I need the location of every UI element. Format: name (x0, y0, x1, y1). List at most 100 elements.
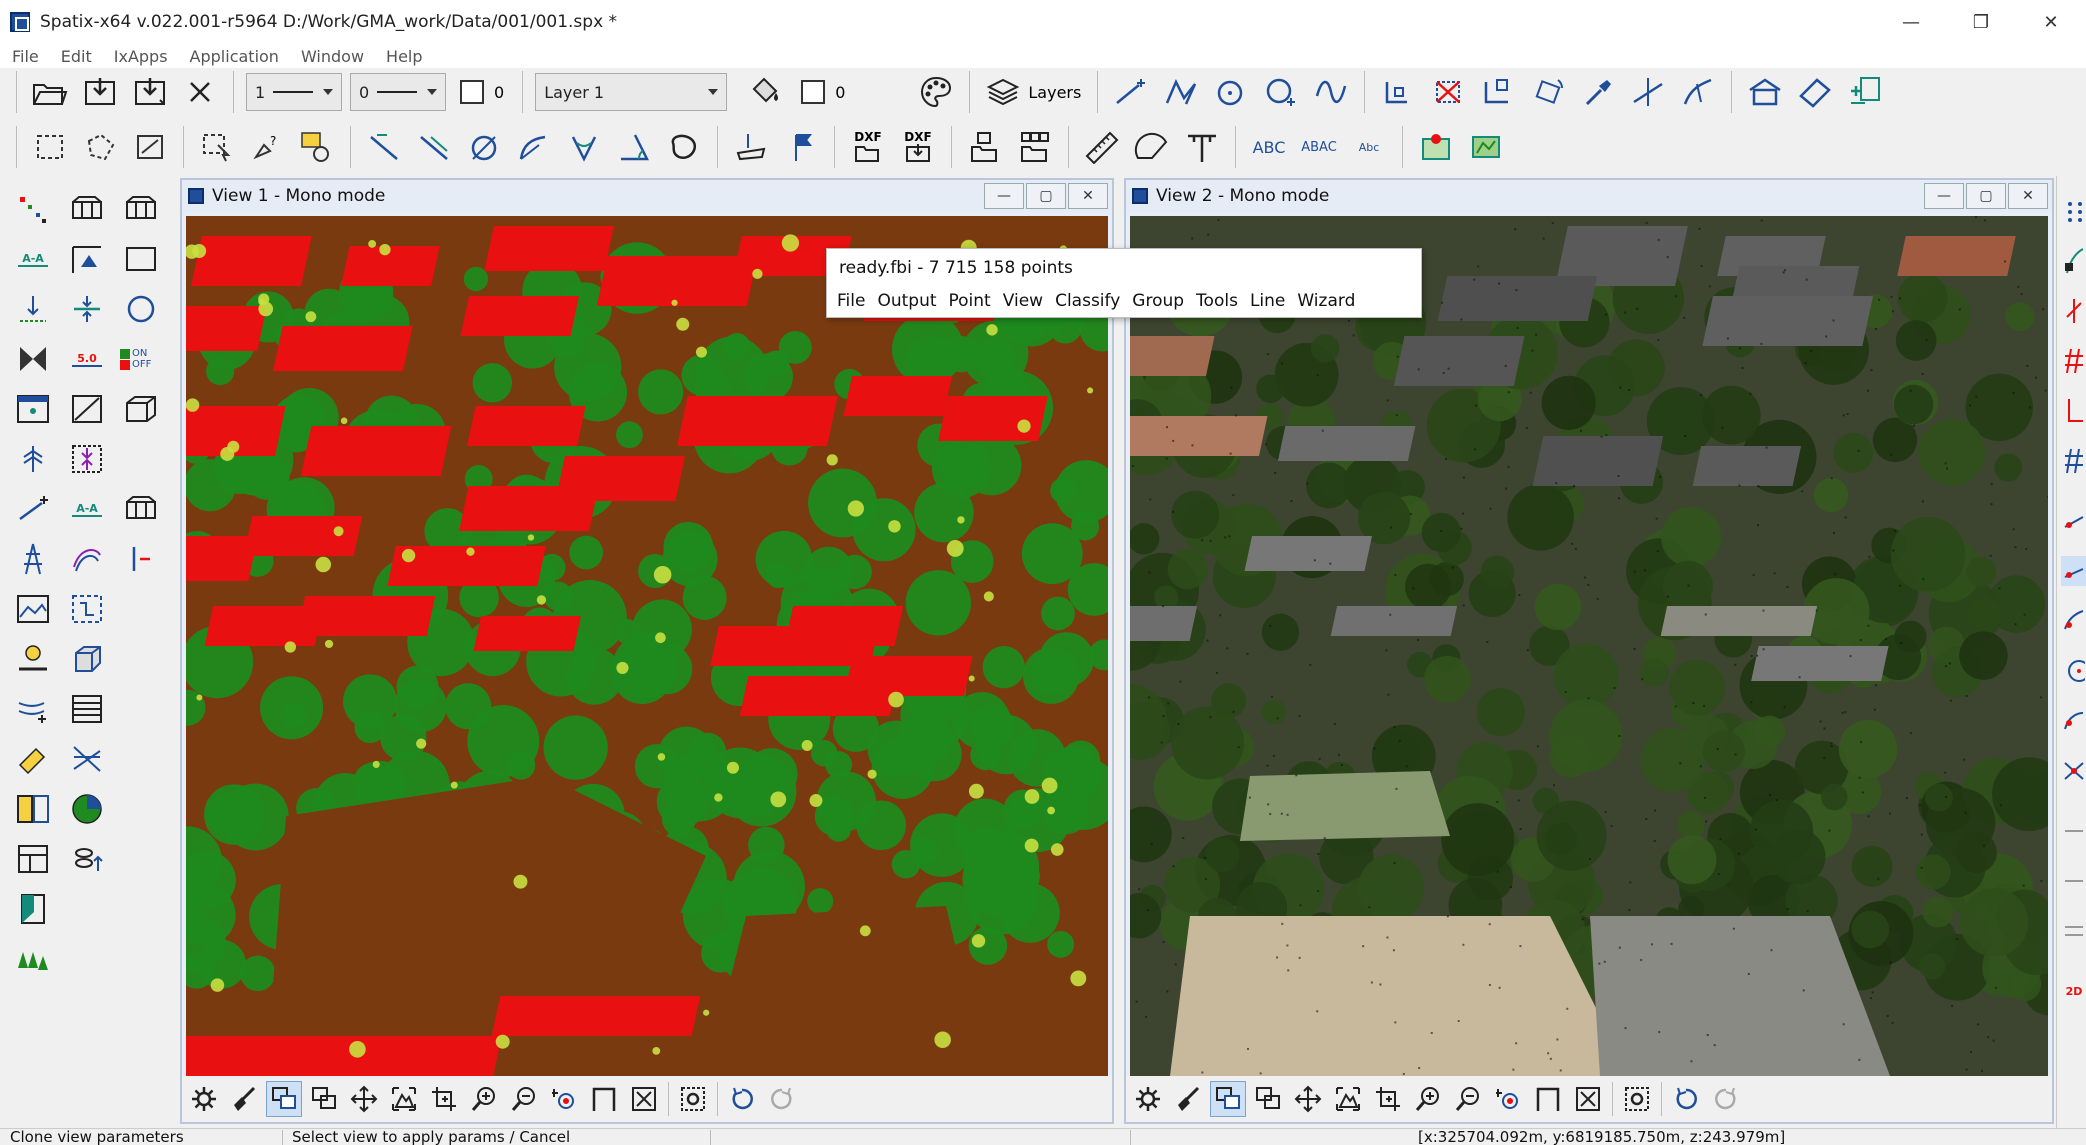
hatch-tool-button[interactable] (66, 688, 108, 730)
zoom-out-button[interactable] (506, 1081, 542, 1117)
add-line-tool-button[interactable] (12, 488, 54, 530)
zoom-in-button[interactable] (466, 1081, 502, 1117)
right-tool-13[interactable] (2061, 816, 2086, 846)
select-pointer-button[interactable]: ? (246, 126, 288, 168)
open-doc-button[interactable] (964, 126, 1006, 168)
dim-aligned-button[interactable] (413, 126, 455, 168)
section-tool-button[interactable]: A-A (12, 238, 54, 280)
clip-button[interactable] (586, 1081, 622, 1117)
line-style-select[interactable]: 0 (350, 73, 446, 111)
perpendicular-button[interactable] (1627, 71, 1669, 113)
selection-mode-button[interactable] (675, 1081, 711, 1117)
right-tool-14[interactable] (2061, 866, 2086, 896)
zoom-point-button[interactable] (546, 1081, 582, 1117)
view-2-canvas[interactable] (1093, 216, 2072, 1080)
popup-menu-group[interactable]: Group (1132, 291, 1184, 311)
identify-button[interactable] (296, 126, 338, 168)
undo-button[interactable] (724, 1081, 760, 1117)
pick-color-button[interactable] (1577, 71, 1619, 113)
right-tool-7[interactable] (2061, 506, 2086, 536)
view-settings-button[interactable] (1130, 1081, 1166, 1117)
select-object-button[interactable] (196, 126, 238, 168)
redo-button[interactable] (764, 1081, 800, 1117)
right-tool-8[interactable] (2061, 556, 2086, 586)
scale-tool-button[interactable]: 5.0 (66, 338, 108, 380)
rectangle-tool-button[interactable] (120, 238, 162, 280)
dim-radius-button[interactable] (513, 126, 555, 168)
layer-select[interactable]: Layer 1 (535, 73, 728, 111)
fit-button[interactable] (1570, 1081, 1606, 1117)
zoom-in-button[interactable] (1410, 1081, 1446, 1117)
right-tool-9[interactable] (2061, 606, 2086, 636)
import-button[interactable] (79, 71, 121, 113)
box-tool-button[interactable] (66, 638, 108, 680)
fill-color-button[interactable] (745, 71, 787, 113)
zoom-out-button[interactable] (1450, 1081, 1486, 1117)
menu-window[interactable]: Window (301, 47, 364, 66)
rotate-button[interactable] (1527, 71, 1569, 113)
tree-tool-button[interactable] (12, 438, 54, 480)
zoom-window-button[interactable] (426, 1081, 462, 1117)
text-stack-button[interactable]: ABAC (1298, 126, 1340, 168)
right-tool-5[interactable] (2061, 396, 2086, 426)
view-clean-button[interactable] (226, 1081, 262, 1117)
open-button[interactable] (29, 71, 71, 113)
building2-tool-button[interactable] (120, 188, 162, 230)
popup-menu-file[interactable]: File (837, 291, 865, 311)
line-width-select[interactable]: 1 (246, 73, 342, 111)
text-along-button[interactable]: Abc (1348, 126, 1390, 168)
popup-menu-tools[interactable]: Tools (1196, 291, 1238, 311)
tower2-tool-button[interactable] (12, 538, 54, 580)
close-button[interactable]: ✕ (2016, 0, 2086, 44)
wire-tool-button[interactable] (12, 688, 54, 730)
link-view-button[interactable] (306, 1081, 342, 1117)
image-tool-button[interactable] (12, 588, 54, 630)
right-tool-6[interactable] (2061, 446, 2086, 476)
dxf-save-button[interactable]: DXF (897, 126, 939, 168)
star-tool-button[interactable] (66, 738, 108, 780)
view-2-maximize-button[interactable]: ▢ (1966, 183, 2006, 209)
cube-tool-button[interactable] (120, 388, 162, 430)
measure-button[interactable] (1794, 71, 1836, 113)
checkbox-2[interactable] (801, 80, 826, 104)
vertical-tool-button[interactable] (120, 538, 162, 580)
dim-area-button[interactable] (663, 126, 705, 168)
ruler-button[interactable] (1081, 126, 1123, 168)
redo-button[interactable] (1708, 1081, 1744, 1117)
dxf-open-button[interactable]: DXF (847, 126, 889, 168)
layout-tool-button[interactable] (12, 838, 54, 880)
slope-tool-button[interactable] (66, 388, 108, 430)
caliper-button[interactable] (1181, 126, 1223, 168)
save-button[interactable] (129, 71, 171, 113)
draw-circle-3pt-button[interactable] (1260, 71, 1302, 113)
link-view-button[interactable] (1250, 1081, 1286, 1117)
contour-tool-button[interactable] (66, 538, 108, 580)
view-1-minimize-button[interactable]: — (984, 183, 1024, 209)
menu-file[interactable]: File (12, 47, 39, 66)
zoom-extent-button[interactable] (386, 1081, 422, 1117)
raster-button[interactable] (1465, 126, 1507, 168)
view-1-canvas[interactable] (93, 216, 1126, 1080)
right-tool-11[interactable] (2061, 706, 2086, 736)
trees-tool-button[interactable] (12, 942, 54, 984)
view-1-close-button[interactable]: ✕ (1068, 183, 1108, 209)
menu-application[interactable]: Application (190, 47, 279, 66)
right-tool-10[interactable] (2061, 656, 2086, 686)
map-button[interactable] (1415, 126, 1457, 168)
right-tool-12[interactable] (2061, 756, 2086, 786)
view-2-minimize-button[interactable]: — (1924, 183, 1964, 209)
window-select-button[interactable] (12, 388, 54, 430)
profile-tool-button[interactable] (66, 238, 108, 280)
fit-button[interactable] (626, 1081, 662, 1117)
view-1-maximize-button[interactable]: ▢ (1026, 183, 1066, 209)
stack-tool-button[interactable] (66, 838, 108, 880)
level-tool-button[interactable] (66, 288, 108, 330)
selection-mode-button[interactable] (1619, 1081, 1655, 1117)
dim-angle-button[interactable] (563, 126, 605, 168)
popup-menu-wizard[interactable]: Wizard (1297, 291, 1355, 311)
report-tool-button[interactable] (12, 888, 54, 930)
draw-circle-button[interactable] (1210, 71, 1252, 113)
popup-menu-point[interactable]: Point (949, 291, 991, 311)
select-polygon-button[interactable] (79, 126, 121, 168)
popup-menu-classify[interactable]: Classify (1055, 291, 1120, 311)
